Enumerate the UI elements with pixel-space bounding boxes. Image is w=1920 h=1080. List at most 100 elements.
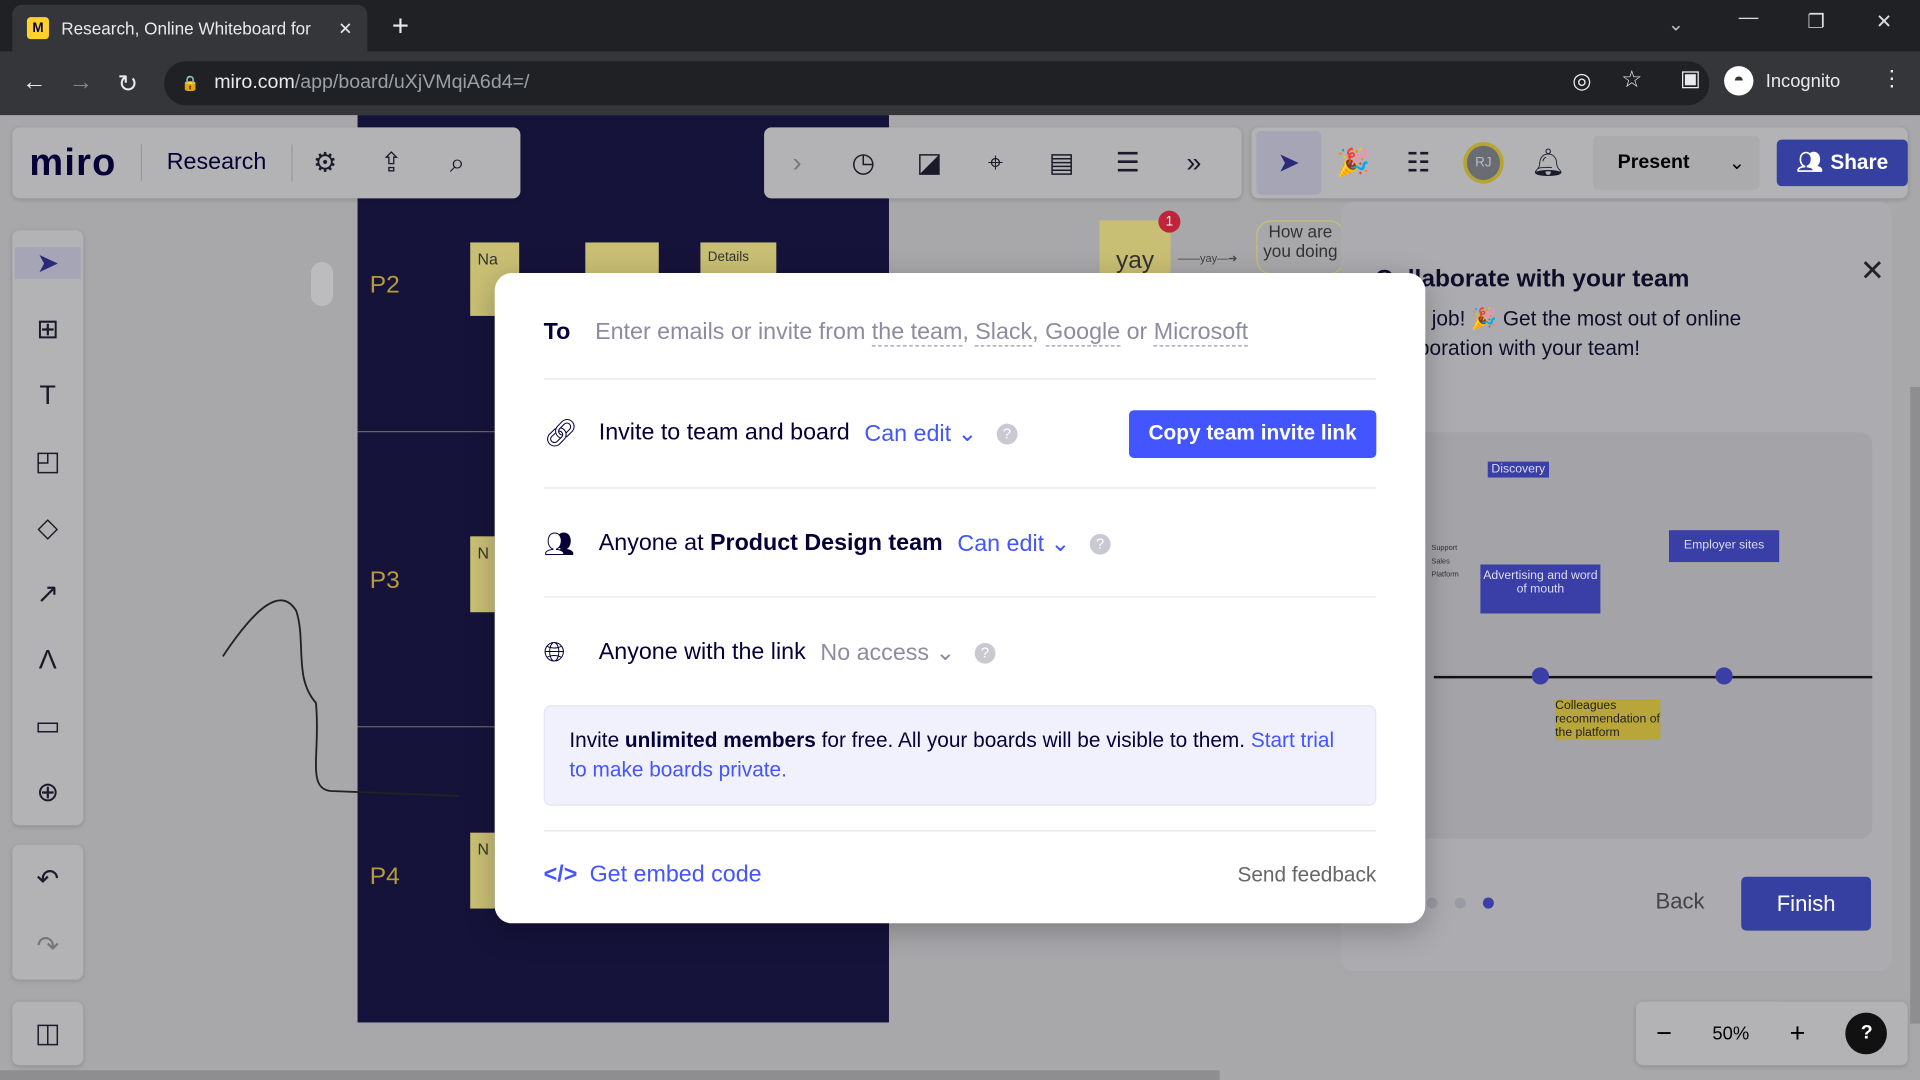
- back-icon[interactable]: ←: [22, 69, 46, 97]
- finish-button[interactable]: Finish: [1741, 876, 1872, 931]
- shapes-tool-icon[interactable]: ◇: [15, 512, 81, 544]
- new-tab-button[interactable]: +: [392, 10, 409, 44]
- connector-label: ——yay—➔: [1177, 252, 1238, 265]
- present-dropdown-icon[interactable]: ⌄: [1714, 151, 1760, 175]
- help-icon[interactable]: ?: [974, 642, 996, 664]
- settings-icon[interactable]: ⚙: [292, 147, 358, 179]
- star-icon[interactable]: ☆: [1621, 66, 1642, 94]
- cursor-filter-icon[interactable]: ➤: [1256, 131, 1322, 195]
- focus-icon[interactable]: ⌖: [962, 147, 1028, 179]
- invite-permission-dropdown[interactable]: Can edit ⌄: [864, 419, 977, 447]
- tab-search-icon[interactable]: ⌄: [1668, 12, 1684, 36]
- sticky-note-tool-icon[interactable]: ◰: [15, 446, 81, 478]
- sidebar-panel-icon: ◫: [35, 1017, 61, 1049]
- avatar[interactable]: RJ: [1462, 142, 1504, 184]
- globe-icon: 🌐︎: [543, 636, 566, 668]
- team-permission-dropdown[interactable]: Can edit ⌄: [957, 530, 1070, 558]
- minimize-button[interactable]: —: [1739, 7, 1759, 29]
- close-icon[interactable]: ✕: [1860, 253, 1885, 289]
- users-icon: 👥︎: [543, 530, 575, 558]
- forward-icon[interactable]: →: [69, 69, 93, 97]
- timer-icon[interactable]: ◷: [830, 147, 896, 179]
- google-link[interactable]: Google: [1045, 319, 1121, 347]
- zoom-level[interactable]: 50%: [1712, 1023, 1749, 1044]
- lock-icon: 🔒: [181, 74, 200, 92]
- search-icon[interactable]: ⌕: [424, 147, 490, 179]
- help-icon[interactable]: ?: [996, 423, 1018, 444]
- onboarding-body: Good job! 🎉 Get the most out of online c…: [1375, 307, 1742, 361]
- close-tab-icon[interactable]: ✕: [338, 18, 352, 39]
- text-bubble[interactable]: How are you doing: [1256, 220, 1345, 275]
- invite-input[interactable]: Enter emails or invite from the team, Sl…: [595, 319, 1248, 347]
- sticky-note[interactable]: N: [470, 536, 495, 613]
- card-icon[interactable]: ▤: [1029, 147, 1095, 179]
- invite-label: Invite to team and board: [598, 420, 850, 446]
- sticky-note[interactable]: N: [470, 832, 495, 909]
- pen-tool-icon[interactable]: Λ: [15, 644, 81, 676]
- url-bar[interactable]: 🔒 miro.com/app/board/uXjVMqiA6d4=/: [164, 61, 1710, 106]
- history-toolbar: ↶ ↷: [12, 844, 84, 980]
- microsoft-link[interactable]: Microsoft: [1153, 319, 1248, 347]
- browser-tab[interactable]: M Research, Online Whiteboard for ✕: [12, 4, 368, 52]
- celebrate-icon[interactable]: 🎉: [1321, 147, 1386, 179]
- frames-panel-button[interactable]: ◫: [12, 1001, 84, 1066]
- team-link[interactable]: the team: [871, 319, 963, 347]
- restore-button[interactable]: ❐: [1807, 10, 1825, 34]
- side-panel-icon[interactable]: ▣: [1680, 66, 1701, 92]
- board-name[interactable]: Research: [142, 149, 291, 176]
- board-tools-toolbar: › ◷ ◪ ⌖ ▤ ☰ »: [764, 127, 1242, 199]
- share-modal: To Enter emails or invite from the team,…: [494, 273, 1426, 924]
- zoom-out-button[interactable]: −: [1656, 1018, 1672, 1050]
- share-button[interactable]: 👥︎ Share: [1776, 139, 1908, 187]
- link-icon: 🔗︎: [543, 417, 578, 449]
- comment-tool-icon[interactable]: ▭: [15, 710, 81, 742]
- team-name: Product Design team: [710, 530, 943, 556]
- export-icon[interactable]: ⇪: [358, 147, 424, 179]
- vertical-scrollbar[interactable]: [1910, 386, 1920, 1024]
- back-button[interactable]: Back: [1656, 889, 1705, 915]
- url-path: /app/board/uXjVMqiA6d4=/: [294, 72, 530, 94]
- slack-link[interactable]: Slack: [975, 319, 1033, 347]
- to-label: To: [543, 319, 571, 346]
- miro-logo[interactable]: miro: [12, 141, 141, 185]
- redo-icon[interactable]: ↷: [15, 930, 81, 962]
- present-button[interactable]: Present: [1593, 152, 1714, 174]
- incognito-profile[interactable]: ◓ Incognito: [1724, 66, 1840, 96]
- select-tool-icon[interactable]: ➤: [14, 247, 81, 280]
- connector-tool-icon[interactable]: ↗: [15, 578, 81, 610]
- undo-icon[interactable]: ↶: [15, 863, 81, 895]
- copy-team-invite-link-button[interactable]: Copy team invite link: [1128, 409, 1377, 458]
- link-access-label: Anyone with the link: [598, 639, 806, 665]
- comments-list-icon[interactable]: ☷: [1386, 147, 1451, 179]
- comment-badge[interactable]: 1: [1158, 210, 1181, 233]
- bell-icon[interactable]: 🔔︎: [1516, 147, 1581, 179]
- embed-code-link[interactable]: </> Get embed code: [544, 862, 762, 889]
- freehand-drawing[interactable]: [220, 593, 465, 801]
- eye-off-icon[interactable]: ◎: [1572, 69, 1591, 95]
- left-toolbar: ➤ ⊞ T ◰ ◇ ↗ Λ ▭ ⊕: [12, 230, 84, 826]
- row-label: P4: [369, 863, 400, 891]
- browser-menu-icon[interactable]: ⋮: [1881, 66, 1903, 92]
- drag-handle[interactable]: [311, 262, 334, 307]
- onboarding-preview: Discovery Support Sales Platform Advertisi…: [1389, 432, 1873, 839]
- chevron-right-icon[interactable]: ›: [764, 147, 830, 179]
- send-feedback-link[interactable]: Send feedback: [1237, 863, 1376, 887]
- horizontal-scrollbar[interactable]: [0, 1070, 1220, 1080]
- templates-icon[interactable]: ⊞: [15, 313, 81, 345]
- tab-title: Research, Online Whiteboard for: [61, 18, 311, 38]
- help-button[interactable]: ?: [1845, 1012, 1888, 1055]
- zoom-in-button[interactable]: +: [1790, 1018, 1806, 1050]
- more-tools-icon[interactable]: »: [1161, 147, 1227, 179]
- reload-icon[interactable]: ↻: [118, 69, 139, 100]
- step-indicator: [1426, 897, 1494, 909]
- link-permission-dropdown[interactable]: No access ⌄: [820, 639, 955, 667]
- text-tool-icon[interactable]: T: [15, 380, 81, 412]
- collab-toolbar: ➤ 🎉 ☷ RJ 🔔︎ Present ⌄ 👥︎ Share: [1251, 127, 1908, 199]
- help-icon[interactable]: ?: [1089, 533, 1111, 555]
- address-bar-row: ← → ↻ 🔒 miro.com/app/board/uXjVMqiA6d4=/…: [0, 51, 1920, 116]
- close-window-button[interactable]: ✕: [1876, 10, 1892, 34]
- more-apps-icon[interactable]: ⊕: [15, 776, 81, 808]
- sticky-note[interactable]: Details: [700, 242, 777, 275]
- notes-icon[interactable]: ☰: [1095, 147, 1161, 179]
- voting-icon[interactable]: ◪: [896, 147, 962, 179]
